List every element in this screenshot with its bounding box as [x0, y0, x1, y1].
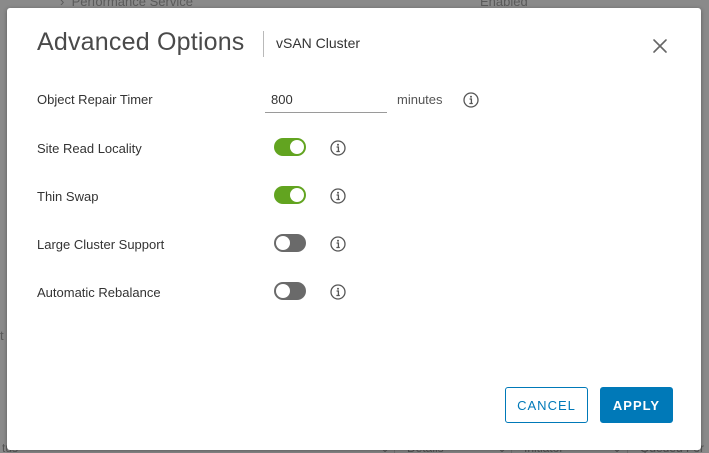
option-row-site-read-locality: Site Read Locality	[37, 135, 677, 163]
thin-swap-toggle[interactable]	[274, 186, 306, 204]
object-repair-timer-label: Object Repair Timer	[37, 92, 153, 107]
title-divider	[263, 31, 264, 57]
site-read-locality-toggle[interactable]	[274, 138, 306, 156]
dialog-title: Advanced Options	[37, 28, 245, 56]
site-read-locality-label: Site Read Locality	[37, 141, 142, 156]
automatic-rebalance-toggle[interactable]	[274, 282, 306, 300]
automatic-rebalance-label: Automatic Rebalance	[37, 285, 161, 300]
thin-swap-label: Thin Swap	[37, 189, 99, 204]
close-icon[interactable]	[650, 36, 670, 56]
background-text-fragment: t	[0, 328, 4, 343]
info-icon[interactable]	[330, 284, 346, 300]
dialog-subtitle: vSAN Cluster	[276, 35, 361, 51]
cancel-button[interactable]: CANCEL	[505, 387, 588, 423]
info-icon[interactable]	[330, 188, 346, 204]
info-icon[interactable]	[330, 140, 346, 156]
apply-button[interactable]: APPLY	[600, 387, 673, 423]
object-repair-timer-unit: minutes	[397, 92, 443, 107]
toggle-knob	[290, 188, 304, 202]
info-icon[interactable]	[463, 92, 479, 108]
info-icon[interactable]	[330, 236, 346, 252]
advanced-options-dialog: Advanced Options vSAN Cluster Object Rep…	[7, 8, 701, 450]
large-cluster-support-toggle[interactable]	[274, 234, 306, 252]
object-repair-timer-input[interactable]	[265, 86, 387, 113]
large-cluster-support-label: Large Cluster Support	[37, 237, 165, 252]
option-row-thin-swap: Thin Swap	[37, 183, 677, 211]
toggle-knob	[290, 140, 304, 154]
toggle-knob	[276, 236, 290, 250]
option-row-large-cluster-support: Large Cluster Support	[37, 231, 677, 259]
option-row-object-repair-timer: Object Repair Timer minutes	[37, 86, 677, 114]
toggle-knob	[276, 284, 290, 298]
option-row-automatic-rebalance: Automatic Rebalance	[37, 279, 677, 307]
